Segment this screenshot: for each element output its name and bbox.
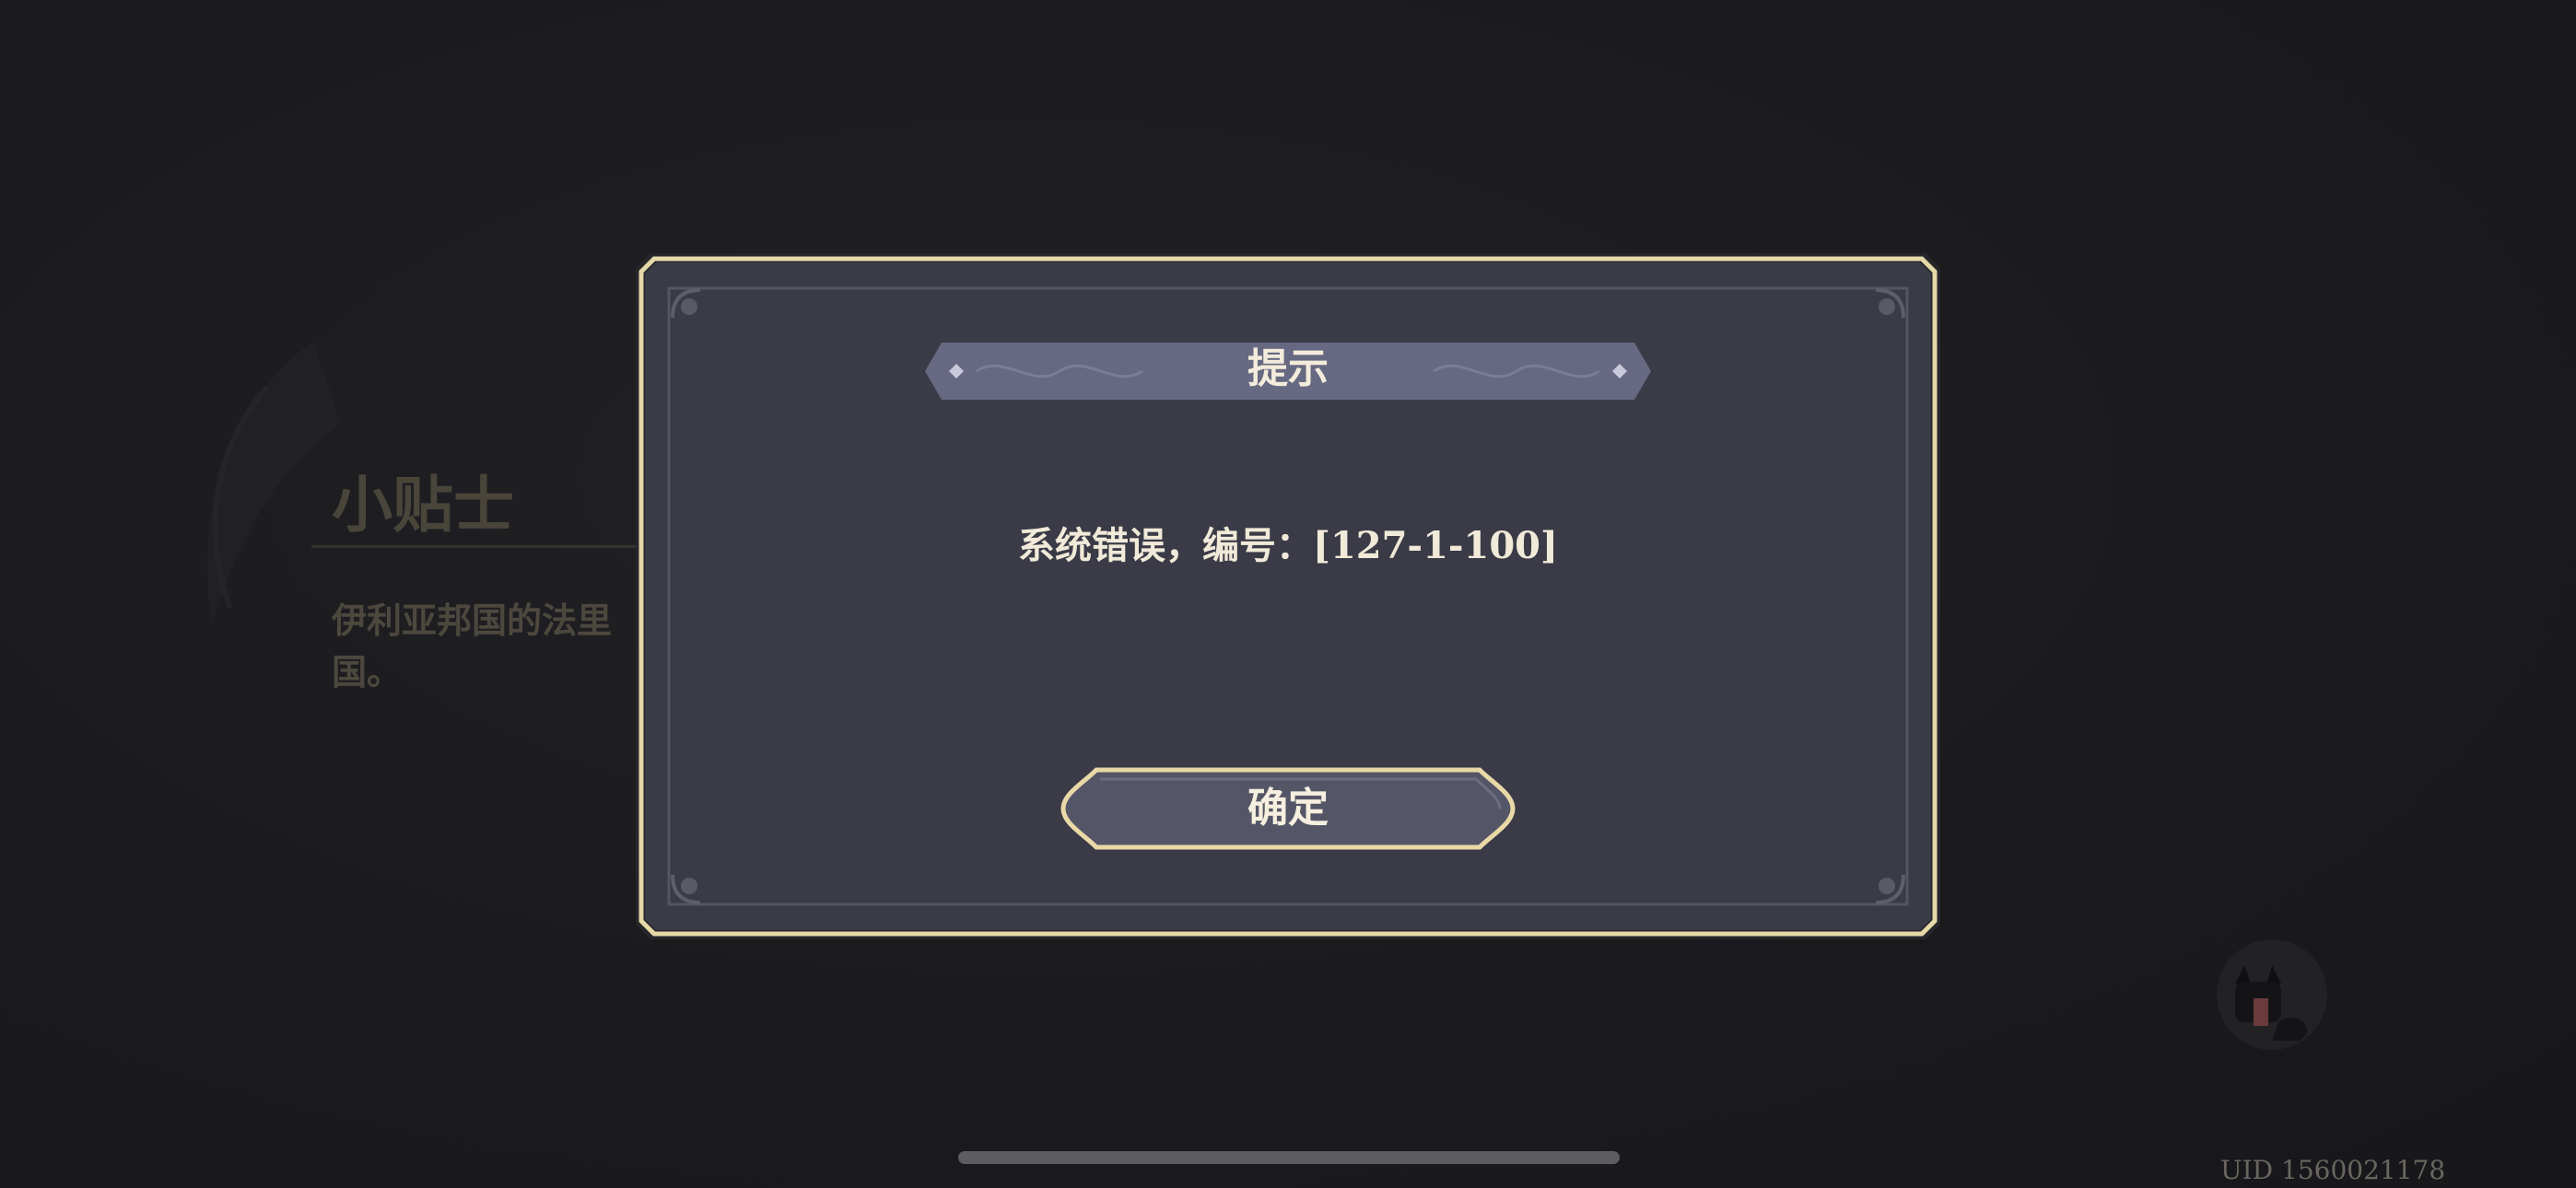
cat-mascot-icon bbox=[2217, 939, 2327, 1050]
confirm-button[interactable]: 确定 bbox=[1060, 766, 1516, 851]
tip-body: 伊利亚邦国的法里国。 bbox=[332, 600, 613, 693]
error-message: 系统错误，编号：[127-1-100] bbox=[1018, 524, 1558, 567]
system-error-dialog: 提示 系统错误，编号：[127-1-100] 确定 bbox=[636, 253, 1940, 939]
tip-divider bbox=[311, 545, 643, 548]
confirm-label: 确定 bbox=[1247, 785, 1329, 832]
uid-label: UID 1560021178 bbox=[2220, 1155, 2446, 1185]
tip-title: 小贴士 bbox=[332, 469, 514, 541]
home-indicator[interactable] bbox=[958, 1151, 1620, 1164]
dialog-title: 提示 bbox=[1247, 345, 1329, 392]
